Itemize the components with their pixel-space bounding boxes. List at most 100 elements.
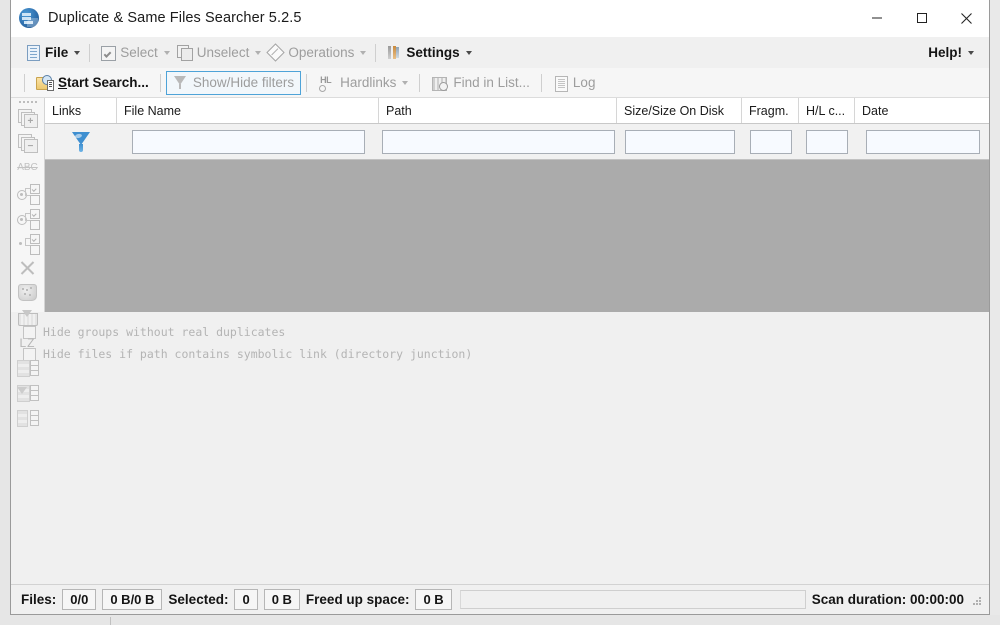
desktop-bottom-margin (0, 615, 1000, 625)
chevron-down-icon (402, 80, 409, 85)
filter-cell-path (379, 129, 617, 154)
menu-bar: File Select Unselect Operations Settings (11, 37, 989, 68)
status-bar: Files: 0/0 0 B/0 B Selected: 0 0 B Freed… (11, 584, 989, 614)
filter-fragm-input[interactable] (749, 129, 792, 154)
toolbar-separator (24, 73, 25, 92)
sidebar-list-view-2-button[interactable] (15, 405, 41, 430)
diamond-icon (266, 43, 286, 62)
filter-date-input[interactable] (865, 129, 980, 154)
filter-hl-count-input[interactable] (806, 129, 848, 154)
filter-cell-date (855, 129, 990, 154)
menu-settings[interactable]: Settings (382, 41, 474, 65)
node-dashed-icon (16, 208, 40, 230)
chevron-down-icon (968, 50, 974, 55)
column-header-file-name[interactable]: File Name (117, 98, 379, 123)
scissors-node-icon (17, 233, 40, 255)
window-title: Duplicate & Same Files Searcher 5.2.5 (48, 10, 302, 26)
chevron-down-icon (163, 50, 170, 55)
filter-cell-fragm (742, 129, 799, 154)
menu-help[interactable]: Help! (921, 41, 977, 65)
sidebar-compress-lz-button[interactable]: LZ (15, 330, 41, 355)
files-label: Files: (21, 592, 57, 607)
x-delete-icon (18, 259, 38, 277)
filter-path-input[interactable] (381, 129, 615, 154)
application-window: Duplicate & Same Files Searcher 5.2.5 Fi… (10, 0, 990, 615)
sidebar-drag-handle[interactable] (17, 101, 39, 103)
sidebar-list-view-1-button[interactable] (15, 355, 41, 380)
menu-help-label: Help! (928, 45, 962, 60)
sidebar-unselect-group-button[interactable]: − (15, 130, 41, 155)
sidebar-select-group-add-button[interactable]: + (15, 105, 41, 130)
maximize-icon[interactable] (899, 0, 944, 36)
move-folder-icon (18, 309, 38, 326)
hide-groups-label: Hide groups without real duplicates (43, 325, 286, 339)
column-header-size[interactable]: Size/Size On Disk (617, 98, 742, 123)
double-square-icon (176, 44, 193, 61)
show-hide-filters-button[interactable]: Show/Hide filters (165, 70, 302, 95)
log-button[interactable]: Log (547, 71, 602, 95)
option-hide-symlink-row[interactable]: Hide files if path contains symbolic lin… (23, 343, 989, 365)
toolbar-separator (306, 73, 308, 92)
list-blocks-icon (16, 409, 39, 427)
filter-size-input[interactable] (624, 129, 735, 154)
menu-file-label: File (45, 45, 69, 60)
window-controls (854, 0, 989, 36)
column-header-path[interactable]: Path (379, 98, 617, 123)
toolbar-separator (419, 73, 421, 92)
hardlinks-button[interactable]: HL Hardlinks (312, 71, 414, 95)
scan-duration-label: Scan duration: 00:00:00 (811, 592, 964, 607)
left-toolbar: + − ABC LZ (11, 98, 45, 443)
column-header-date[interactable]: Date (855, 98, 990, 123)
desktop-divider (110, 617, 111, 625)
blue-funnel-icon (68, 129, 94, 155)
grid-header-row: Links File Name Path Size/Size On Disk F… (45, 98, 989, 124)
filter-funnel-cell[interactable] (45, 129, 117, 155)
stack-plus-icon: + (17, 108, 39, 128)
freed-space-label: Freed up space: (305, 592, 410, 607)
menu-file[interactable]: File (21, 41, 83, 65)
column-header-hl-count[interactable]: H/L c... (799, 98, 855, 123)
close-icon[interactable] (944, 0, 989, 36)
sidebar-move-to-folder-button[interactable] (15, 305, 41, 330)
tools-icon (385, 44, 402, 61)
start-search-button[interactable]: Start Search... (30, 71, 155, 95)
sidebar-link-nodes-dashed-button[interactable] (15, 205, 41, 230)
resize-grip-icon[interactable] (971, 594, 983, 606)
sidebar-shred-files-button[interactable] (15, 280, 41, 305)
progress-bar (459, 590, 806, 609)
menu-select[interactable]: Select (96, 41, 173, 65)
sidebar-cut-nodes-button[interactable] (15, 230, 41, 255)
results-list-body[interactable] (45, 160, 989, 312)
sidebar-rename-button[interactable]: ABC (15, 155, 41, 180)
results-grid: Links File Name Path Size/Size On Disk F… (45, 98, 989, 312)
filter-file-name-input[interactable] (131, 129, 365, 154)
filter-cell-file-name (117, 129, 379, 154)
option-hide-groups-row[interactable]: Hide groups without real duplicates (23, 321, 989, 343)
menu-operations-label: Operations (288, 45, 355, 60)
shredder-icon (18, 284, 37, 301)
globe-icon (19, 8, 39, 28)
column-header-fragm[interactable]: Fragm. (742, 98, 799, 123)
sidebar-list-filter-view-button[interactable] (15, 380, 41, 405)
minimize-icon[interactable] (854, 0, 899, 36)
chevron-down-icon (255, 50, 262, 55)
sidebar-link-nodes-checked-button[interactable] (15, 180, 41, 205)
search-folder-icon (36, 74, 54, 91)
main-body: + − ABC LZ Links File Name Path Size/Siz… (11, 98, 989, 443)
selected-count-field: 0 (234, 589, 258, 610)
chevron-down-icon (465, 50, 472, 55)
abc-strikethrough-icon: ABC (17, 162, 38, 173)
menu-operations[interactable]: Operations (264, 41, 369, 65)
chevron-down-icon (360, 50, 367, 55)
files-size-field: 0 B/0 B (102, 589, 163, 610)
find-in-list-button[interactable]: Find in List... (425, 71, 536, 95)
toolbar-separator (159, 73, 161, 92)
filter-cell-size (617, 129, 742, 154)
lz-icon: LZ (19, 335, 36, 350)
find-in-list-label: Find in List... (453, 75, 530, 90)
list-funnel-icon (16, 384, 39, 402)
filter-cell-hl-count (799, 129, 855, 154)
column-header-links[interactable]: Links (45, 98, 117, 123)
sidebar-delete-files-button[interactable] (15, 255, 41, 280)
menu-unselect[interactable]: Unselect (173, 41, 265, 65)
